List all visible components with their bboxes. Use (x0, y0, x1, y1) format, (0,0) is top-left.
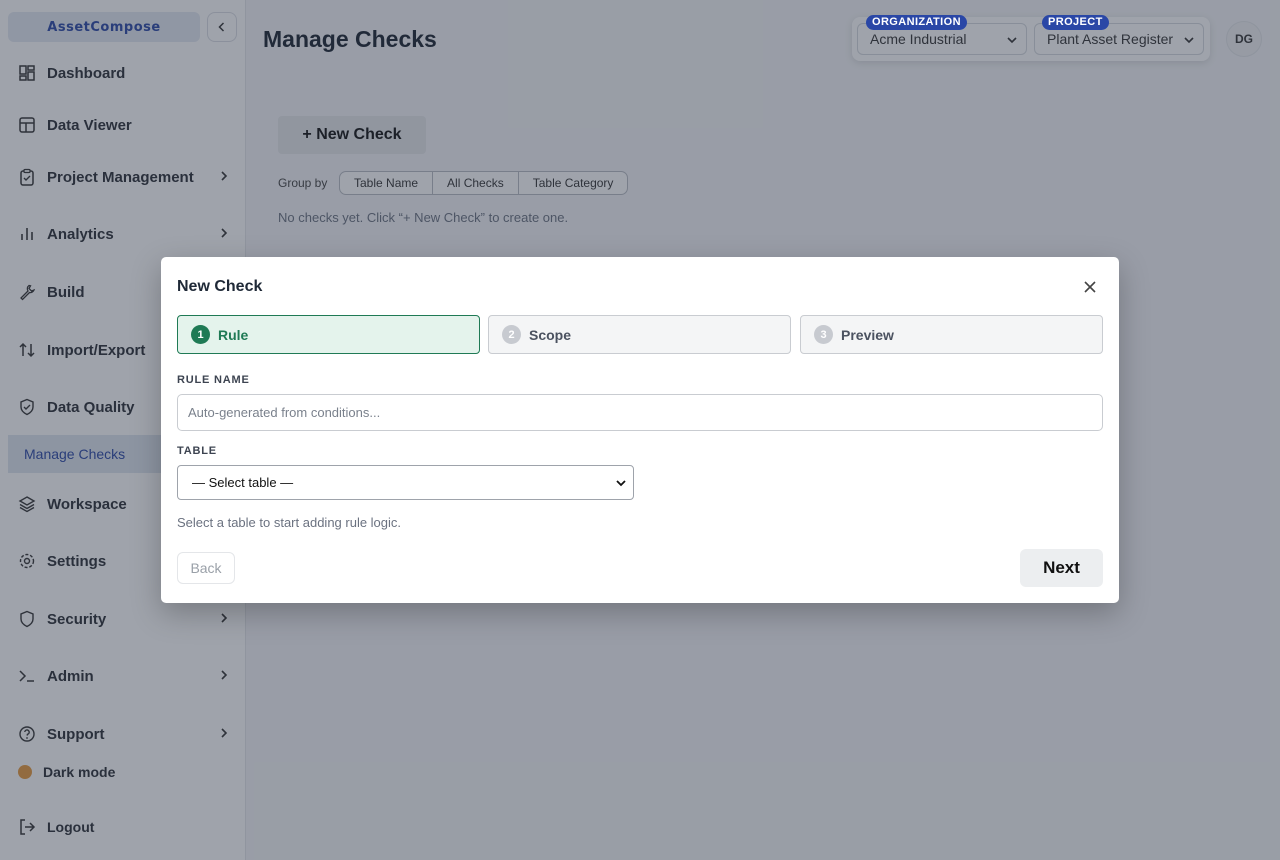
next-button[interactable]: Next (1020, 549, 1103, 587)
table-label: TABLE (177, 445, 217, 457)
back-button[interactable]: Back (177, 552, 235, 584)
step-preview[interactable]: 3 Preview (800, 315, 1103, 354)
table-select-value: — Select table — (192, 475, 294, 490)
step-label: Scope (529, 326, 572, 343)
table-hint: Select a table to start adding rule logi… (177, 515, 402, 530)
step-number: 3 (814, 325, 833, 344)
step-label: Rule (218, 326, 249, 343)
dialog-title: New Check (177, 278, 263, 295)
project-badge: PROJECT (1042, 15, 1109, 30)
close-button[interactable] (1080, 277, 1100, 297)
step-label: Preview (841, 326, 894, 343)
rule-name-input[interactable] (177, 394, 1103, 431)
rule-name-label: RULE NAME (177, 374, 250, 386)
step-number: 2 (502, 325, 521, 344)
step-scope[interactable]: 2 Scope (488, 315, 791, 354)
step-number: 1 (191, 325, 210, 344)
table-select[interactable]: — Select table — (177, 465, 634, 500)
chevron-down-icon (616, 480, 626, 487)
step-rule[interactable]: 1 Rule (177, 315, 480, 354)
close-icon (1084, 281, 1096, 293)
organization-badge: ORGANIZATION (866, 15, 967, 30)
new-check-dialog: New Check 1 Rule 2 Scope 3 Preview RULE … (161, 257, 1119, 603)
